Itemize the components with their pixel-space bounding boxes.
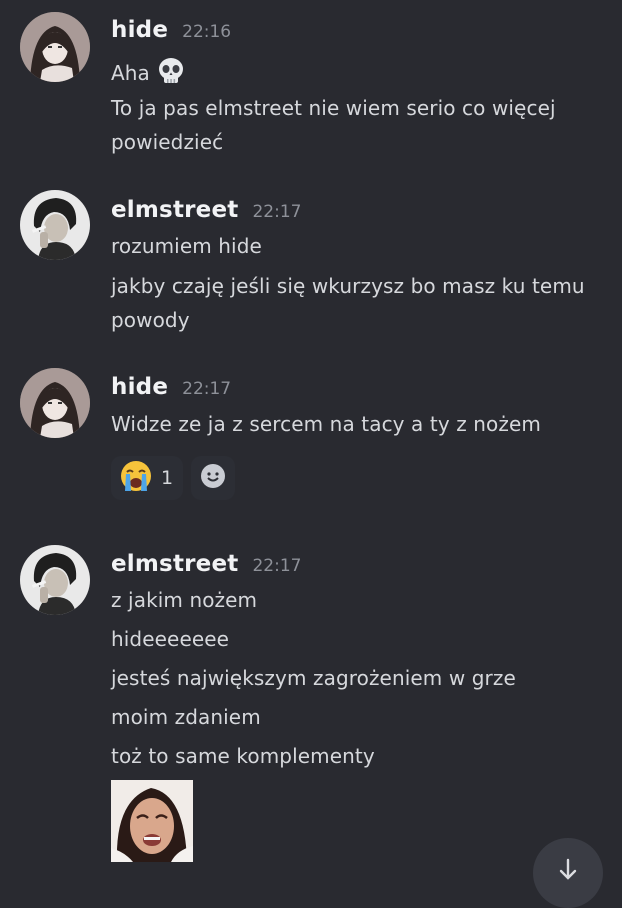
message-text: jesteś największym zagrożeniem w grze <box>111 666 516 690</box>
message-text: Widze ze ja z sercem na tacy a ty z noże… <box>111 412 541 436</box>
message-text: z jakim nożem <box>111 588 258 612</box>
avatar[interactable] <box>20 190 90 260</box>
message-text: toż to same komplementy <box>111 744 375 768</box>
add-reaction-icon <box>199 462 227 494</box>
elmstreet-avatar-image <box>20 190 90 260</box>
username[interactable]: hide <box>111 374 168 400</box>
timestamp: 22:17 <box>252 556 302 576</box>
timestamp: 22:16 <box>182 22 232 42</box>
username[interactable]: elmstreet <box>111 197 238 223</box>
timestamp: 22:17 <box>252 202 302 222</box>
hide-avatar-image <box>20 12 90 82</box>
add-reaction-button[interactable] <box>191 456 236 500</box>
crying-face-gif[interactable] <box>111 780 193 862</box>
arrow-down-icon <box>556 858 580 908</box>
timestamp: 22:17 <box>182 379 232 399</box>
message-header: elmstreet 22:17 <box>111 551 301 577</box>
message-text: jakby czaję jeśli się wkurzysz bo masz k… <box>111 274 585 298</box>
message-header: hide 22:16 <box>111 17 231 43</box>
message-text: powiedzieć <box>111 130 224 154</box>
avatar[interactable] <box>20 12 90 82</box>
elmstreet-avatar-image <box>20 545 90 615</box>
reaction-bar: 1 <box>111 456 236 500</box>
message-text: rozumiem hide <box>111 234 262 258</box>
username[interactable]: hide <box>111 17 168 43</box>
username[interactable]: elmstreet <box>111 551 238 577</box>
skull-emoji <box>156 56 186 91</box>
message-text: powody <box>111 308 190 332</box>
loudly-crying-face-icon <box>119 459 153 497</box>
avatar[interactable] <box>20 368 90 438</box>
message-text: To ja pas elmstreet nie wiem serio co wi… <box>111 96 556 120</box>
jump-to-present-button[interactable] <box>533 838 603 908</box>
avatar[interactable] <box>20 545 90 615</box>
hide-avatar-image <box>20 368 90 438</box>
reaction-loudly-crying[interactable]: 1 <box>111 456 184 500</box>
message-text: hideeeeeee <box>111 627 230 651</box>
message-text: moim zdaniem <box>111 705 261 729</box>
message-header: hide 22:17 <box>111 374 231 400</box>
message-text: Aha <box>111 56 186 91</box>
message-header: elmstreet 22:17 <box>111 197 301 223</box>
reaction-count: 1 <box>161 467 174 489</box>
